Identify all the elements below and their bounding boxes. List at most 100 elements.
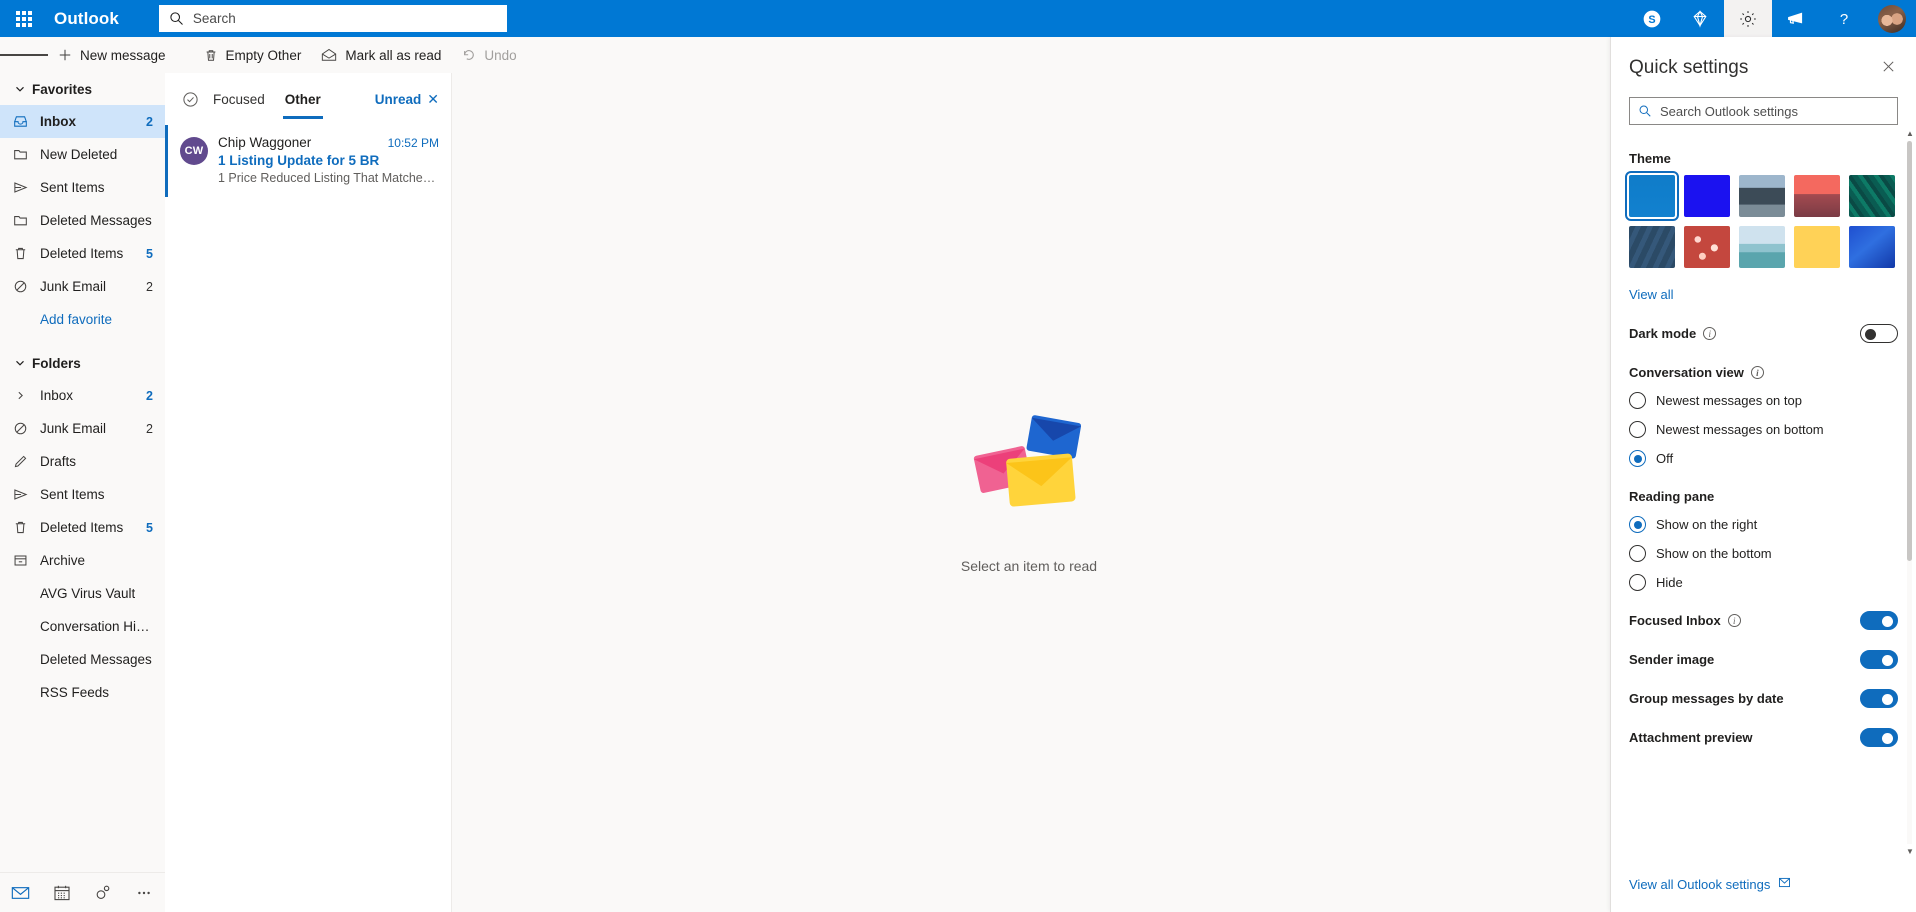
view-all-outlook-settings-link[interactable]: View all Outlook settings <box>1629 876 1791 892</box>
attachment-preview-label: Attachment preview <box>1629 730 1753 745</box>
sidebar-count: 2 <box>146 421 153 436</box>
sidebar-label: Archive <box>40 553 86 568</box>
panel-scrollbar[interactable]: ▲ ▼ <box>1906 129 1914 856</box>
megaphone-icon[interactable] <box>1772 0 1820 37</box>
tab-focused[interactable]: Focused <box>203 73 275 125</box>
sidebar-item-archive[interactable]: Archive <box>0 544 165 577</box>
toggle-knob <box>1865 328 1876 340</box>
send-icon <box>8 487 32 502</box>
message-sender: Chip Waggoner <box>218 135 312 150</box>
dark-mode-toggle[interactable] <box>1860 324 1898 343</box>
scrollbar-thumb[interactable] <box>1907 141 1912 561</box>
trash-icon <box>204 48 218 63</box>
sidebar-item-new-deleted[interactable]: New Deleted <box>0 138 165 171</box>
theme-blue-abstract[interactable] <box>1849 226 1895 268</box>
settings-search[interactable] <box>1629 97 1898 125</box>
sidebar-item-sent-items-folder[interactable]: Sent Items <box>0 478 165 511</box>
sidebar-item-rss-feeds[interactable]: RSS Feeds <box>0 676 165 709</box>
group-by-date-toggle[interactable] <box>1860 689 1898 708</box>
info-icon[interactable]: i <box>1703 327 1717 340</box>
theme-royal-blue[interactable] <box>1684 175 1730 217</box>
sidebar-item-junk-email-fav[interactable]: Junk Email 2 <box>0 270 165 303</box>
focused-inbox-toggle[interactable] <box>1860 611 1898 630</box>
sidebar-item-avg-virus-vault[interactable]: AVG Virus Vault <box>0 577 165 610</box>
info-icon[interactable]: i <box>1750 366 1764 379</box>
theme-circuit-board[interactable] <box>1849 175 1895 217</box>
group-by-date-row: Group messages by date <box>1629 689 1898 708</box>
theme-blueprint[interactable] <box>1629 226 1675 268</box>
unread-filter[interactable]: Unread ✕ <box>375 91 439 108</box>
sidebar-item-deleted-items-folder[interactable]: Deleted Items 5 <box>0 511 165 544</box>
app-launcher-button[interactable] <box>0 0 48 37</box>
settings-search-input[interactable] <box>1660 103 1889 119</box>
sidebar-count: 2 <box>146 114 153 129</box>
scroll-down-arrow-icon[interactable]: ▼ <box>1906 847 1914 856</box>
theme-mountain-road[interactable] <box>1739 175 1785 217</box>
mail-icon[interactable] <box>0 873 41 912</box>
message-list-item[interactable]: CW Chip Waggoner 10:52 PM 1 Listing Upda… <box>165 125 451 197</box>
help-icon[interactable]: ? <box>1820 0 1868 37</box>
attachment-preview-toggle[interactable] <box>1860 728 1898 747</box>
radio-pane-right[interactable]: Show on the right <box>1629 516 1898 533</box>
message-content: Chip Waggoner 10:52 PM 1 Listing Update … <box>218 135 439 185</box>
sidebar-item-drafts[interactable]: Drafts <box>0 445 165 478</box>
theme-beach-waves[interactable] <box>1739 226 1785 268</box>
diamond-icon[interactable] <box>1676 0 1724 37</box>
theme-yellow-star[interactable] <box>1794 226 1840 268</box>
sidebar-label: Sent Items <box>40 180 105 195</box>
people-icon[interactable] <box>83 873 124 912</box>
mark-all-read-button[interactable]: Mark all as read <box>311 37 451 73</box>
pencil-icon <box>8 454 32 469</box>
search-icon <box>169 11 184 26</box>
favorites-section-header[interactable]: Favorites <box>0 73 165 105</box>
sidebar-item-junk-email-folder[interactable]: Junk Email 2 <box>0 412 165 445</box>
sidebar-label: Inbox <box>40 114 76 129</box>
gear-icon[interactable] <box>1724 0 1772 37</box>
view-all-settings-label: View all Outlook settings <box>1629 876 1771 892</box>
radio-conversation-off[interactable]: Off <box>1629 450 1898 467</box>
info-icon[interactable]: i <box>1727 614 1741 627</box>
new-message-button[interactable]: New message <box>48 37 176 73</box>
calendar-icon[interactable] <box>41 873 82 912</box>
scroll-up-arrow-icon[interactable]: ▲ <box>1906 129 1914 138</box>
empty-other-button[interactable]: Empty Other <box>194 37 312 73</box>
nav-toggle-button[interactable] <box>0 37 48 73</box>
new-message-label: New message <box>80 47 166 63</box>
trash-icon <box>8 246 32 261</box>
search-input[interactable] <box>192 11 497 26</box>
close-icon[interactable]: ✕ <box>427 91 439 108</box>
undo-button[interactable]: Undo <box>451 37 526 73</box>
theme-palm-sunset[interactable] <box>1794 175 1840 217</box>
panel-title: Quick settings <box>1629 57 1749 78</box>
select-all-icon[interactable] <box>177 91 203 108</box>
radio-pane-bottom[interactable]: Show on the bottom <box>1629 545 1898 562</box>
sidebar-item-deleted-messages-fav[interactable]: Deleted Messages <box>0 204 165 237</box>
sender-image-toggle[interactable] <box>1860 650 1898 669</box>
global-search[interactable] <box>158 5 507 32</box>
sidebar-item-inbox-folder[interactable]: Inbox 2 <box>0 379 165 412</box>
sidebar-item-deleted-items-fav[interactable]: Deleted Items 5 <box>0 237 165 270</box>
radio-newest-on-bottom[interactable]: Newest messages on bottom <box>1629 421 1898 438</box>
sidebar-item-sent-items-fav[interactable]: Sent Items <box>0 171 165 204</box>
more-icon[interactable] <box>124 873 165 912</box>
sender-image-row: Sender image <box>1629 650 1898 669</box>
radio-newest-on-top[interactable]: Newest messages on top <box>1629 392 1898 409</box>
empty-state-envelopes-icon <box>964 412 1094 522</box>
panel-scroll-content: Theme View all Dark mode i Conversation … <box>1611 129 1916 856</box>
sidebar-item-conversation-history[interactable]: Conversation His... <box>0 610 165 643</box>
tab-other[interactable]: Other <box>275 73 331 125</box>
folders-section-header[interactable]: Folders <box>0 347 165 379</box>
add-favorite-button[interactable]: Add favorite <box>0 303 165 335</box>
radio-indicator <box>1629 450 1646 467</box>
sidebar-item-inbox-fav[interactable]: Inbox 2 <box>0 105 165 138</box>
sidebar-label: Deleted Items <box>40 246 124 261</box>
account-button[interactable] <box>1868 0 1916 37</box>
theme-blue-solid[interactable] <box>1625 171 1679 221</box>
skype-icon[interactable]: S <box>1628 0 1676 37</box>
sender-image-label: Sender image <box>1629 652 1715 667</box>
theme-red-lights[interactable] <box>1684 226 1730 268</box>
view-all-themes-link[interactable]: View all <box>1629 287 1674 302</box>
radio-pane-hide[interactable]: Hide <box>1629 574 1898 591</box>
close-icon[interactable] <box>1877 57 1900 81</box>
sidebar-item-deleted-messages-folder[interactable]: Deleted Messages <box>0 643 165 676</box>
